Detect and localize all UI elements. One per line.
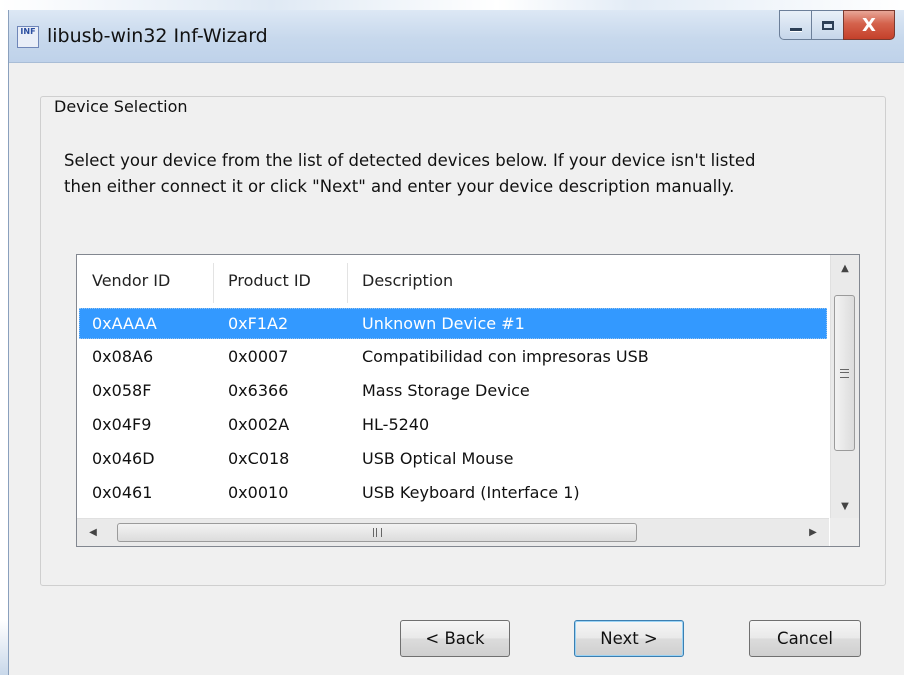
horizontal-scrollbar[interactable]: ◀ ▶ — [77, 518, 829, 546]
vertical-scroll-thumb[interactable] — [834, 295, 855, 451]
next-button[interactable]: Next > — [574, 620, 684, 657]
list-header: Vendor ID Product ID Description — [77, 255, 829, 311]
group-legend: Device Selection — [50, 97, 192, 116]
product-id-cell: 0xC018 — [228, 449, 290, 468]
scroll-up-icon: ▲ — [841, 262, 849, 274]
description-cell: Mass Storage Device — [362, 381, 530, 400]
column-header-description[interactable]: Description — [362, 271, 453, 301]
maximize-icon — [821, 20, 834, 30]
table-row[interactable]: 0xAAAA 0xF1A2 Unknown Device #1 — [79, 308, 827, 339]
desktop-background-strip — [0, 620, 8, 675]
grip-icon — [372, 528, 382, 537]
device-list[interactable]: Vendor ID Product ID Description 0xAAAA 0… — [76, 254, 860, 547]
column-header-vendor-id[interactable]: Vendor ID — [92, 271, 170, 301]
close-button[interactable]: X — [843, 10, 895, 40]
minimize-icon — [789, 27, 802, 31]
scroll-right-button[interactable]: ▶ — [799, 519, 827, 545]
caption-buttons: X — [779, 10, 895, 40]
close-icon: X — [862, 14, 876, 36]
description-cell: USB Optical Mouse — [362, 449, 514, 468]
column-divider[interactable] — [213, 263, 214, 303]
vendor-id-cell: 0x046D — [92, 449, 155, 468]
scroll-right-icon: ▶ — [809, 526, 817, 538]
vendor-id-cell: 0x04F9 — [92, 415, 152, 434]
scroll-left-icon: ◀ — [89, 526, 97, 538]
instructions-line-1: Select your device from the list of dete… — [64, 151, 756, 170]
title-bar[interactable]: INF libusb-win32 Inf-Wizard X — [9, 10, 904, 63]
description-cell: Unknown Device #1 — [362, 314, 525, 333]
vertical-scrollbar[interactable]: ▲ ▼ — [830, 255, 859, 519]
scroll-up-button[interactable]: ▲ — [831, 255, 859, 281]
vendor-id-cell: 0x08A6 — [92, 347, 154, 366]
product-id-cell: 0x002A — [228, 415, 290, 434]
product-id-cell: 0x0007 — [228, 347, 289, 366]
product-id-cell: 0xF1A2 — [228, 314, 289, 333]
horizontal-scroll-thumb[interactable] — [117, 523, 637, 542]
scroll-down-icon: ▼ — [841, 500, 849, 512]
vendor-id-cell: 0x0461 — [92, 483, 153, 502]
scrollbar-corner — [830, 518, 859, 546]
description-cell: HL-5240 — [362, 415, 430, 434]
list-rows: 0xAAAA 0xF1A2 Unknown Device #1 0x08A6 0x000… — [77, 308, 829, 520]
column-header-product-id[interactable]: Product ID — [228, 271, 311, 301]
scroll-down-button[interactable]: ▼ — [831, 493, 859, 519]
product-id-cell: 0x6366 — [228, 381, 289, 400]
table-row[interactable]: 0x046D 0xC018 USB Optical Mouse — [77, 444, 827, 475]
product-id-cell: 0x0010 — [228, 483, 289, 502]
vendor-id-cell: 0x058F — [92, 381, 152, 400]
instructions-text: Select your device from the list of dete… — [64, 148, 864, 200]
table-row[interactable]: 0x08A6 0x0007 Compatibilidad con impresora… — [77, 342, 827, 373]
table-row[interactable]: 0x0461 0x0010 USB Keyboard (Interface 1) — [77, 478, 827, 509]
column-divider[interactable] — [347, 263, 348, 303]
minimize-button[interactable] — [779, 10, 811, 40]
cancel-button[interactable]: Cancel — [749, 620, 861, 657]
scroll-left-button[interactable]: ◀ — [79, 519, 107, 545]
maximize-button[interactable] — [811, 10, 843, 40]
back-button[interactable]: < Back — [400, 620, 510, 657]
table-row[interactable]: 0x04F9 0x002A HL-5240 — [77, 410, 827, 441]
window-title: libusb-win32 Inf-Wizard — [47, 25, 268, 47]
description-cell: USB Keyboard (Interface 1) — [362, 483, 580, 502]
grip-icon — [840, 368, 849, 378]
table-row[interactable]: 0x058F 0x6366 Mass Storage Device — [77, 376, 827, 407]
app-icon: INF — [17, 26, 39, 48]
description-cell: Compatibilidad con impresoras USB — [362, 347, 649, 366]
instructions-line-2: then either connect it or click "Next" a… — [64, 177, 735, 196]
vendor-id-cell: 0xAAAA — [92, 314, 157, 333]
